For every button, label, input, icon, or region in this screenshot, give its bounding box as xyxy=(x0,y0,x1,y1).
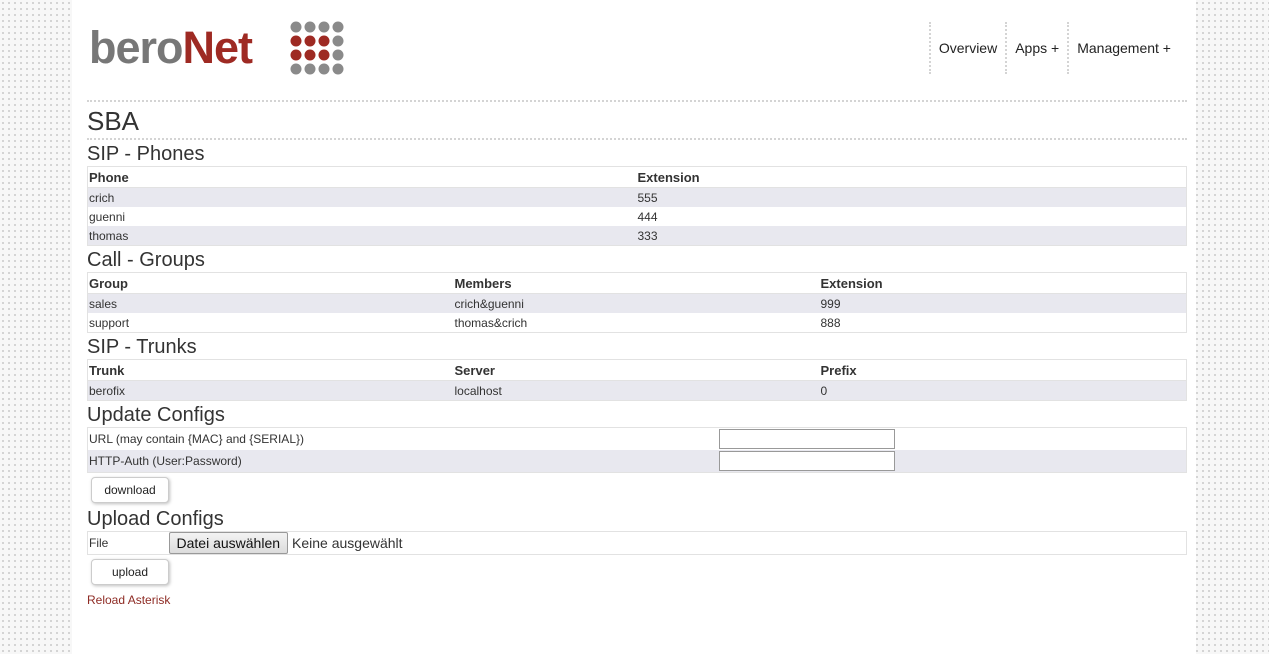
table-row: thomas 333 xyxy=(87,226,1187,246)
table-row: berofix localhost 0 xyxy=(87,380,1187,401)
table-row: support thomas&crich 888 xyxy=(87,313,1187,333)
table-header-row: Phone Extension xyxy=(87,166,1187,188)
column-header: Trunk xyxy=(87,359,454,381)
file-label: File xyxy=(87,531,168,555)
update-configs-heading: Update Configs xyxy=(87,404,225,426)
column-header: Extension xyxy=(819,272,1187,294)
table-cell: 888 xyxy=(819,313,1187,333)
table-header-row: Group Members Extension xyxy=(87,272,1187,294)
download-button[interactable]: download xyxy=(91,477,169,503)
table-cell: guenni xyxy=(87,207,637,226)
upload-row: upload xyxy=(87,555,1187,587)
table-cell: 444 xyxy=(636,207,1187,226)
http-auth-cell xyxy=(717,450,1187,473)
table-cell: support xyxy=(87,313,454,333)
table-cell: crich&guenni xyxy=(453,293,820,313)
upload-configs-heading: Upload Configs xyxy=(87,508,224,530)
nav-apps[interactable]: Apps + xyxy=(1005,22,1067,74)
table-cell: 999 xyxy=(819,293,1187,313)
form-row: HTTP-Auth (User:Password) xyxy=(87,450,1187,473)
table-row: guenni 444 xyxy=(87,207,1187,226)
url-input[interactable] xyxy=(718,429,895,449)
download-row: download xyxy=(87,473,1187,505)
page-title: SBA xyxy=(87,102,1187,140)
table-cell: thomas xyxy=(87,226,637,246)
reload-asterisk-link[interactable]: Reload Asterisk xyxy=(87,593,170,607)
file-status: Keine ausgewählt xyxy=(292,535,403,551)
column-header: Server xyxy=(453,359,820,381)
table-cell: berofix xyxy=(87,380,454,401)
sip-trunks-table: Trunk Server Prefix berofix localhost 0 xyxy=(87,359,1187,401)
column-header: Extension xyxy=(636,166,1187,188)
sip-phones-heading: SIP - Phones xyxy=(87,143,205,165)
table-cell: 0 xyxy=(819,380,1187,401)
content: beroNet Overview Apps + Management + SBA… xyxy=(87,0,1187,609)
reload-row: Reload Asterisk xyxy=(87,591,1187,609)
choose-file-button[interactable]: Datei auswählen xyxy=(168,532,289,554)
table-cell: 555 xyxy=(636,187,1187,207)
column-header: Group xyxy=(87,272,454,294)
sip-trunks-heading: SIP - Trunks xyxy=(87,336,197,358)
table-cell: crich xyxy=(87,187,637,207)
main-nav: Overview Apps + Management + xyxy=(928,22,1179,74)
form-row: File Datei auswählen Keine ausgewählt xyxy=(87,531,1187,555)
update-configs-form: URL (may contain {MAC} and {SERIAL}) HTT… xyxy=(87,427,1187,473)
table-cell: sales xyxy=(87,293,454,313)
logo-text: beroNet xyxy=(89,22,254,74)
logo-text-net: Net xyxy=(182,22,254,73)
call-groups-heading: Call - Groups xyxy=(87,249,205,271)
table-header-row: Trunk Server Prefix xyxy=(87,359,1187,381)
http-auth-input[interactable] xyxy=(718,451,895,471)
column-header: Members xyxy=(453,272,820,294)
logo-dots-icon xyxy=(290,21,344,75)
table-row: sales crich&guenni 999 xyxy=(87,293,1187,313)
logo-text-bero: bero xyxy=(89,22,184,73)
url-cell xyxy=(717,427,1187,450)
header: beroNet Overview Apps + Management + xyxy=(87,0,1187,102)
file-cell: Datei auswählen Keine ausgewählt xyxy=(167,531,1187,555)
nav-overview[interactable]: Overview xyxy=(928,22,1005,74)
call-groups-table: Group Members Extension sales crich&guen… xyxy=(87,272,1187,333)
table-cell: 333 xyxy=(636,226,1187,246)
table-cell: thomas&crich xyxy=(453,313,820,333)
sip-phones-table: Phone Extension crich 555 guenni 444 tho… xyxy=(87,166,1187,246)
page: beroNet Overview Apps + Management + SBA… xyxy=(72,0,1196,654)
nav-management[interactable]: Management + xyxy=(1067,22,1179,74)
column-header: Prefix xyxy=(819,359,1187,381)
upload-configs-form: File Datei auswählen Keine ausgewählt xyxy=(87,531,1187,555)
upload-button[interactable]: upload xyxy=(91,559,169,585)
column-header: Phone xyxy=(87,166,637,188)
table-cell: localhost xyxy=(453,380,820,401)
http-auth-label: HTTP-Auth (User:Password) xyxy=(87,450,718,473)
form-row: URL (may contain {MAC} and {SERIAL}) xyxy=(87,427,1187,450)
url-label: URL (may contain {MAC} and {SERIAL}) xyxy=(87,427,718,450)
table-row: crich 555 xyxy=(87,187,1187,207)
